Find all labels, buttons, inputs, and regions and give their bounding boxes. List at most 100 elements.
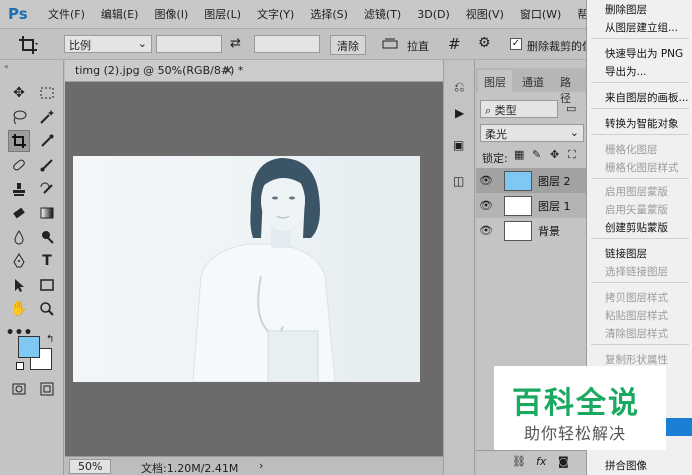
menu-item[interactable]: 创建剪贴蒙版 xyxy=(605,220,668,235)
grid-overlay-icon[interactable]: # xyxy=(448,35,461,53)
path-selection-icon[interactable] xyxy=(8,274,30,296)
image-filter-icon[interactable]: ▭ xyxy=(566,102,576,115)
menu-item[interactable]: 导出为... xyxy=(605,64,647,79)
menu-select[interactable]: 选择(S) xyxy=(302,6,356,22)
image-canvas[interactable] xyxy=(73,156,420,382)
marquee-tool-icon[interactable] xyxy=(36,82,58,104)
menu-divider xyxy=(591,134,689,135)
menu-item[interactable]: 拼合图像 xyxy=(605,458,647,473)
menu-file[interactable]: 文件(F) xyxy=(40,6,93,22)
quick-mask-icon[interactable] xyxy=(8,378,30,400)
menu-layer[interactable]: 图层(L) xyxy=(196,6,249,22)
layer-row[interactable]: 👁 图层 1 xyxy=(476,193,586,218)
menu-item-disabled: 选择链接图层 xyxy=(605,266,668,278)
healing-brush-icon[interactable] xyxy=(8,154,30,176)
screen-mode-icon[interactable] xyxy=(36,378,58,400)
lock-transparent-icon[interactable]: ▦ xyxy=(514,148,524,161)
type-tool-icon[interactable]: T xyxy=(36,250,58,272)
menu-3d[interactable]: 3D(D) xyxy=(409,8,458,21)
ratio-select[interactable]: 比例 ⌄ xyxy=(64,35,152,53)
crop-tool-icon[interactable] xyxy=(18,35,40,58)
lock-artboard-icon[interactable]: ⛶ xyxy=(568,148,576,162)
menu-view[interactable]: 视图(V) xyxy=(458,6,512,22)
layer-name: 背景 xyxy=(538,224,560,238)
history-icon[interactable]: ⎌ xyxy=(454,80,464,95)
tab-paths[interactable]: 路径 xyxy=(554,70,586,105)
eye-icon[interactable]: 👁 xyxy=(476,224,496,237)
adjust-icon[interactable]: ◫ xyxy=(453,174,464,188)
menu-type[interactable]: 文字(Y) xyxy=(249,6,302,22)
dodge-tool-icon[interactable] xyxy=(36,226,58,248)
close-icon[interactable]: × xyxy=(223,63,233,77)
menu-item[interactable]: 快速导出为 PNG xyxy=(605,46,683,61)
blend-mode-value: 柔光 xyxy=(485,128,507,141)
menu-item[interactable]: 从图层建立组... xyxy=(605,20,678,35)
default-colors-icon[interactable] xyxy=(16,362,24,370)
layer-row[interactable]: 👁 背景 xyxy=(476,218,586,243)
fx-icon[interactable]: fx xyxy=(536,455,546,468)
tab-channels[interactable]: 通道 xyxy=(516,70,550,92)
zoom-tool-icon[interactable] xyxy=(36,298,58,320)
menu-item[interactable]: 来自图层的画板... xyxy=(605,90,689,105)
menu-divider xyxy=(591,344,689,345)
menu-divider xyxy=(591,238,689,239)
clone-stamp-icon[interactable] xyxy=(8,178,30,200)
pen-tool-icon[interactable] xyxy=(8,250,30,272)
menu-item[interactable]: 删除图层 xyxy=(605,2,647,17)
collapse-icon[interactable]: « xyxy=(4,62,9,71)
rectangle-tool-icon[interactable] xyxy=(36,274,58,296)
eyedropper-icon[interactable] xyxy=(36,130,58,152)
menu-image[interactable]: 图像(I) xyxy=(146,6,196,22)
straighten-icon[interactable] xyxy=(382,37,398,54)
straighten-label: 拉直 xyxy=(407,40,429,53)
clear-button[interactable]: 清除 xyxy=(330,35,366,55)
properties-icon[interactable]: ▣ xyxy=(453,138,464,152)
lock-position-icon[interactable]: ✥ xyxy=(550,148,559,161)
eraser-icon[interactable] xyxy=(8,202,30,224)
layer-row[interactable]: 👁 图层 2 xyxy=(476,168,586,193)
gradient-icon[interactable] xyxy=(36,202,58,224)
layer-thumbnail xyxy=(504,170,532,191)
menu-item[interactable]: 转换为智能对象 xyxy=(605,116,679,131)
menu-item-disabled: 拷贝图层样式 xyxy=(605,292,668,304)
brush-icon[interactable] xyxy=(36,154,58,176)
gear-icon[interactable]: ⚙ xyxy=(478,35,491,51)
magic-wand-icon[interactable] xyxy=(36,106,58,128)
foreground-color-swatch[interactable] xyxy=(18,336,40,358)
menu-item-disabled: 清除图层样式 xyxy=(605,328,668,340)
eye-icon[interactable]: 👁 xyxy=(476,199,496,212)
swap-icon[interactable]: ⇄ xyxy=(230,36,241,51)
swap-colors-icon[interactable]: ↰ xyxy=(46,334,54,345)
menu-item[interactable]: 链接图层 xyxy=(605,246,647,261)
blend-mode-select[interactable]: 柔光 ⌄ xyxy=(480,124,584,142)
watermark-logo: 百科全说 助你轻松解决 xyxy=(494,366,666,450)
delete-cropped-checkbox[interactable]: ✓ xyxy=(510,38,522,50)
history-brush-icon[interactable] xyxy=(36,178,58,200)
layer-filter-select[interactable]: ⌕ 类型 xyxy=(480,100,558,118)
menu-edit[interactable]: 编辑(E) xyxy=(93,6,147,22)
chevron-right-icon[interactable]: › xyxy=(259,459,263,472)
link-icon[interactable]: ⛓ xyxy=(512,455,526,468)
document-tab[interactable]: timg (2).jpg @ 50%(RGB/8#) * × xyxy=(65,60,443,82)
zoom-level[interactable]: 50% xyxy=(69,459,112,474)
crop-tool-active-icon[interactable] xyxy=(8,130,30,152)
play-action-icon[interactable]: ▶ xyxy=(455,106,464,120)
layers-footer: ⛓ fx ◙ xyxy=(476,450,586,475)
width-input[interactable] xyxy=(156,35,222,53)
menu-window[interactable]: 窗口(W) xyxy=(512,6,569,22)
ratio-select-value: 比例 xyxy=(69,39,91,52)
lock-label: 锁定: xyxy=(482,152,508,165)
hand-tool-icon[interactable]: ✋ xyxy=(8,298,30,320)
mask-icon[interactable]: ◙ xyxy=(558,455,569,468)
lock-brush-icon[interactable]: ✎ xyxy=(532,148,541,161)
blur-tool-icon[interactable] xyxy=(8,226,30,248)
menu-filter[interactable]: 滤镜(T) xyxy=(356,6,409,22)
height-input[interactable] xyxy=(254,35,320,53)
tab-layers[interactable]: 图层 xyxy=(478,70,512,92)
eye-icon[interactable]: 👁 xyxy=(476,174,496,187)
lasso-tool-icon[interactable] xyxy=(8,106,30,128)
move-tool-icon[interactable]: ✥ xyxy=(8,82,30,104)
menu-divider xyxy=(591,38,689,39)
chevron-down-icon: ⌄ xyxy=(137,37,147,50)
search-icon: ⌕ xyxy=(485,104,495,117)
